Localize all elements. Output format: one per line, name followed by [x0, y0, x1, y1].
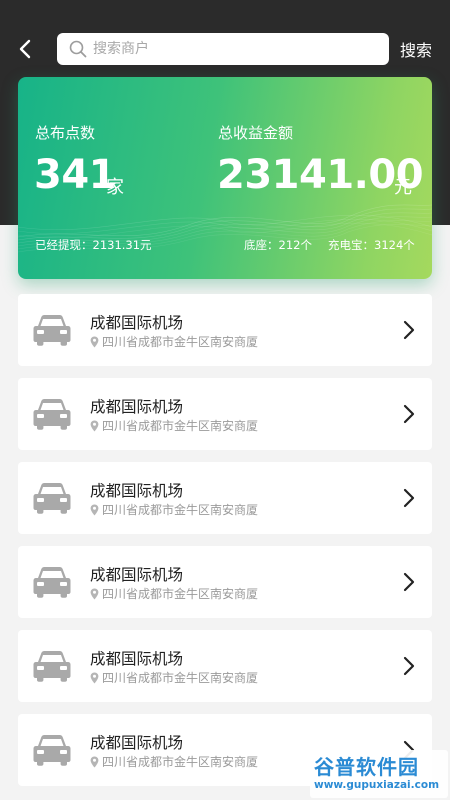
location-pin-icon — [90, 336, 99, 347]
search-input[interactable] — [93, 35, 383, 63]
chevron-right-icon[interactable] — [402, 320, 416, 340]
location-pin-icon — [90, 588, 99, 599]
merchant-address: 四川省成都市金牛区南安商厦 — [102, 671, 259, 685]
location-pin-icon — [90, 672, 99, 683]
chevron-right-icon[interactable] — [402, 488, 416, 508]
car-icon — [33, 483, 71, 514]
total-points-unit: 家 — [106, 177, 124, 198]
chevron-right-icon[interactable] — [402, 656, 416, 676]
list-item[interactable]: 成都国际机场 四川省成都市金牛区南安商厦 — [18, 546, 432, 618]
power-bank-count: 充电宝：3124个 — [328, 238, 415, 252]
watermark-url: www.gupuxiazai.com — [314, 779, 440, 791]
merchant-list: 成都国际机场 四川省成都市金牛区南安商厦 成都国际机场 四川省成都市金牛区南安商… — [18, 294, 432, 798]
merchant-address-row: 四川省成都市金牛区南安商厦 — [90, 501, 258, 518]
merchant-address-row: 四川省成都市金牛区南安商厦 — [90, 417, 258, 434]
list-item[interactable]: 成都国际机场 四川省成都市金牛区南安商厦 — [18, 462, 432, 534]
merchant-address: 四川省成都市金牛区南安商厦 — [102, 755, 259, 769]
header-bar: 搜索 — [0, 28, 450, 70]
list-item[interactable]: 成都国际机场 四川省成都市金牛区南安商厦 — [18, 630, 432, 702]
merchant-name: 成都国际机场 — [90, 734, 184, 752]
car-icon — [33, 567, 71, 598]
merchant-list-page: 搜索 总布点数 341 家 总收益金额 23141.00 元 已经提现：2131… — [0, 0, 450, 800]
back-arrow-icon — [19, 39, 31, 59]
total-income-unit: 元 — [394, 177, 412, 198]
merchant-address-row: 四川省成都市金牛区南安商厦 — [90, 753, 258, 770]
merchant-address: 四川省成都市金牛区南安商厦 — [102, 335, 259, 349]
car-icon — [33, 735, 71, 766]
merchant-name: 成都国际机场 — [90, 482, 184, 500]
total-income-value: 23141.00 — [217, 152, 424, 198]
merchant-address-row: 四川省成都市金牛区南安商厦 — [90, 585, 258, 602]
total-points-label: 总布点数 — [35, 124, 96, 142]
watermark-logo: 谷普软件园 www.gupuxiazai.com — [310, 750, 448, 798]
back-button[interactable] — [12, 34, 38, 64]
chevron-right-icon[interactable] — [402, 572, 416, 592]
merchant-address-row: 四川省成都市金牛区南安商厦 — [90, 669, 258, 686]
car-icon — [33, 315, 71, 346]
stats-card: 总布点数 341 家 总收益金额 23141.00 元 已经提现：2131.31… — [18, 77, 432, 279]
merchant-name: 成都国际机场 — [90, 566, 184, 584]
location-pin-icon — [90, 756, 99, 767]
merchant-address: 四川省成都市金牛区南安商厦 — [102, 587, 259, 601]
merchant-address: 四川省成都市金牛区南安商厦 — [102, 419, 259, 433]
merchant-address-row: 四川省成都市金牛区南安商厦 — [90, 333, 258, 350]
search-icon — [69, 40, 87, 58]
total-income-label: 总收益金额 — [218, 124, 294, 142]
location-pin-icon — [90, 420, 99, 431]
merchant-name: 成都国际机场 — [90, 650, 184, 668]
chevron-right-icon[interactable] — [402, 404, 416, 424]
list-item[interactable]: 成都国际机场 四川省成都市金牛区南安商厦 — [18, 294, 432, 366]
watermark-brand-part2: 软件园 — [356, 755, 419, 779]
search-box[interactable] — [57, 33, 389, 65]
location-pin-icon — [90, 504, 99, 515]
withdrawn-amount: 已经提现：2131.31元 — [35, 238, 152, 252]
list-item[interactable]: 成都国际机场 四川省成都市金牛区南安商厦 — [18, 378, 432, 450]
base-count: 底座：212个 — [244, 238, 312, 252]
search-button[interactable]: 搜索 — [400, 37, 432, 61]
merchant-address: 四川省成都市金牛区南安商厦 — [102, 503, 259, 517]
total-points-value: 341 — [34, 152, 117, 198]
watermark-brand-part1: 谷普 — [314, 755, 356, 779]
car-icon — [33, 651, 71, 682]
merchant-name: 成都国际机场 — [90, 398, 184, 416]
watermark-brand: 谷普软件园 — [314, 751, 419, 780]
merchant-name: 成都国际机场 — [90, 314, 184, 332]
car-icon — [33, 399, 71, 430]
